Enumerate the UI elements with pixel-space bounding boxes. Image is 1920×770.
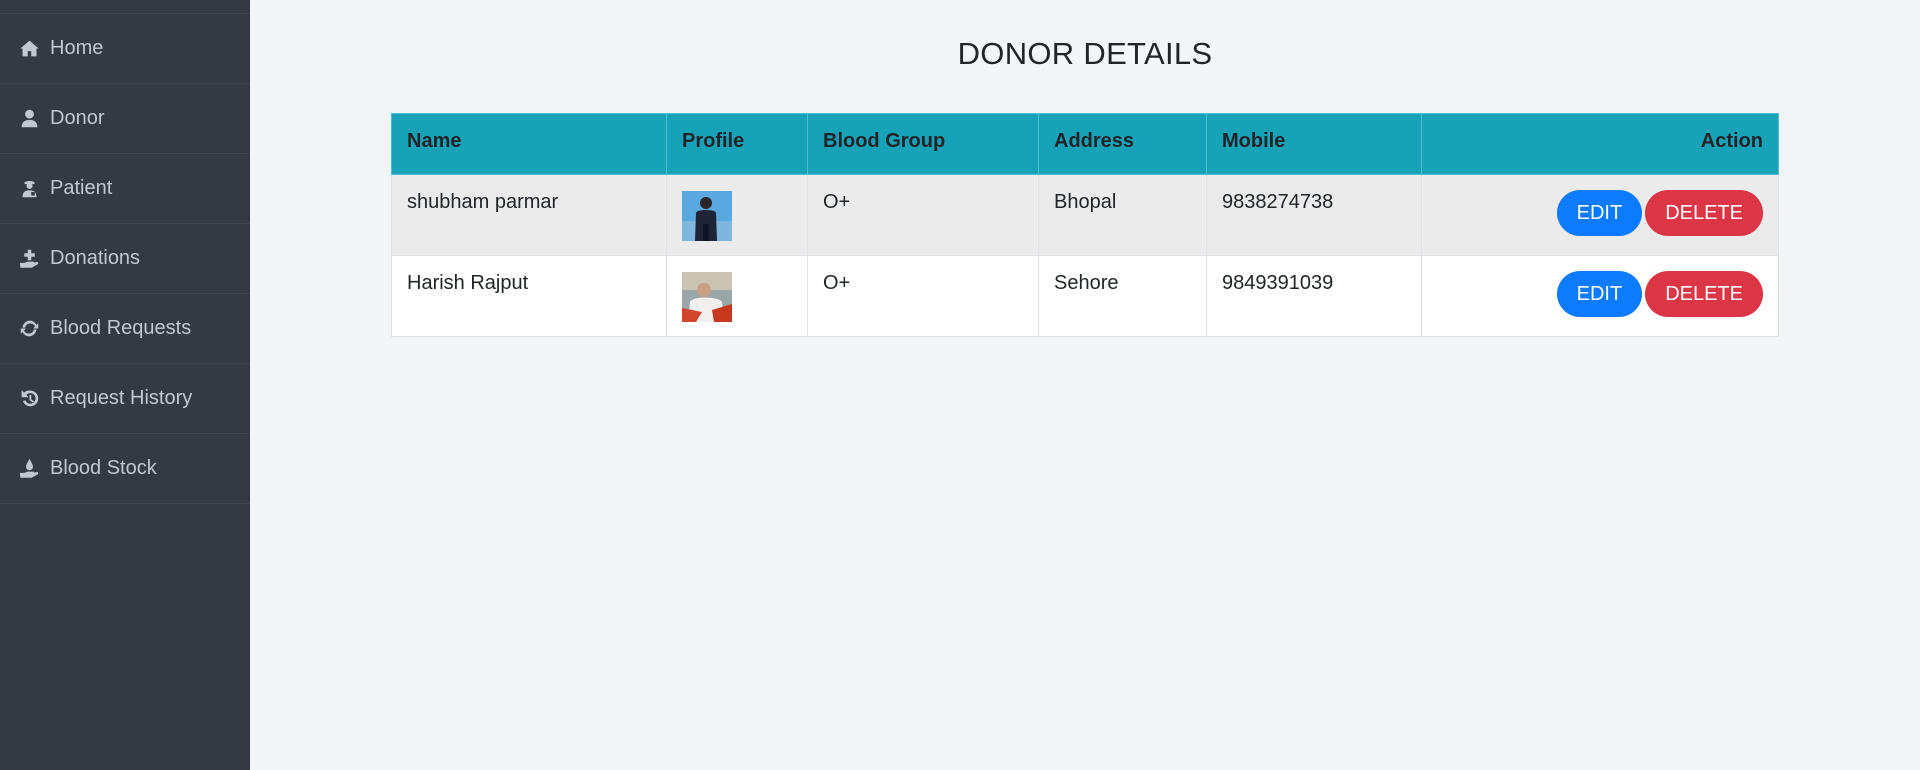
edit-button[interactable]: EDIT [1556,190,1643,236]
sidebar-top-divider [0,0,250,14]
sidebar-item-donations[interactable]: Donations [0,224,250,294]
mobile-cell: 9849391039 [1206,255,1422,337]
sidebar-item-donor[interactable]: Donor [0,84,250,154]
column-header-address: Address [1038,113,1207,175]
donor-avatar [682,272,732,322]
address-cell: Bhopal [1038,174,1207,256]
profile-cell [666,174,808,256]
hand-holding-medical-icon [18,248,40,270]
sidebar-item-label: Request History [50,387,193,409]
sidebar-item-blood-stock[interactable]: Blood Stock [0,434,250,504]
sidebar: Home Donor Patient Donations Blood Reque… [0,0,250,770]
action-cell: EDIT DELETE [1421,174,1779,256]
mobile-cell: 9838274738 [1206,174,1422,256]
delete-button[interactable]: DELETE [1645,190,1763,236]
column-header-action: Action [1421,113,1779,175]
home-icon [18,38,40,60]
page-title: DONOR DETAILS [957,36,1213,71]
delete-button[interactable]: DELETE [1645,271,1763,317]
patient-icon [18,178,40,200]
donor-name-cell: Harish Rajput [391,255,667,337]
column-header-profile: Profile [666,113,808,175]
sidebar-item-label: Donations [50,247,141,269]
blood-group-cell: O+ [807,174,1039,256]
main-content: DONOR DETAILS Name Profile Blood Group A… [250,0,1920,770]
action-cell: EDIT DELETE [1421,255,1779,337]
table-row: shubham parmar O+ Bhopal 9838274738 EDIT… [391,174,1779,256]
sidebar-item-label: Home [50,37,104,59]
sync-icon [18,318,40,340]
table-header-row: Name Profile Blood Group Address Mobile … [391,113,1779,175]
sidebar-item-patient[interactable]: Patient [0,154,250,224]
sidebar-item-label: Patient [50,177,113,199]
sidebar-item-label: Donor [50,107,105,129]
address-cell: Sehore [1038,255,1207,337]
column-header-blood-group: Blood Group [807,113,1039,175]
edit-button[interactable]: EDIT [1556,271,1643,317]
donor-table: Name Profile Blood Group Address Mobile … [391,113,1779,337]
sidebar-item-label: Blood Stock [50,457,157,479]
sidebar-item-request-history[interactable]: Request History [0,364,250,434]
user-icon [18,108,40,130]
sidebar-item-label: Blood Requests [50,317,192,339]
hand-holding-water-icon [18,458,40,480]
sidebar-item-home[interactable]: Home [0,14,250,84]
table-row: Harish Rajput O+ Sehore 9849391039 EDIT [391,255,1779,337]
sidebar-item-blood-requests[interactable]: Blood Requests [0,294,250,364]
profile-cell [666,255,808,337]
donor-avatar [682,191,732,241]
donor-name-cell: shubham parmar [391,174,667,256]
column-header-mobile: Mobile [1206,113,1422,175]
history-icon [18,388,40,410]
column-header-name: Name [391,113,667,175]
blood-group-cell: O+ [807,255,1039,337]
